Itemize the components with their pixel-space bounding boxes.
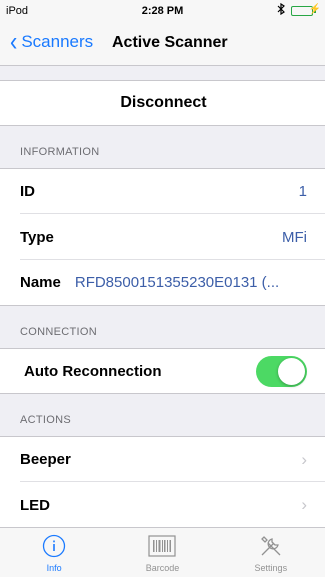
led-label: LED: [20, 496, 50, 514]
disconnect-button[interactable]: Disconnect: [0, 80, 325, 126]
chevron-right-icon: ›: [301, 449, 307, 469]
auto-reconnection-row: Auto Reconnection: [0, 348, 325, 394]
name-value: RFD8500151355230E0131 (...: [74, 274, 280, 291]
type-value: MFi: [282, 228, 307, 246]
chevron-left-icon: ‹: [10, 26, 18, 57]
name-label: Name: [20, 274, 61, 291]
info-row-type: Type MFi: [0, 214, 325, 260]
status-bar: iPod 2:28 PM ⚡: [0, 0, 325, 22]
tab-settings-label: Settings: [254, 563, 288, 573]
tab-info[interactable]: Info: [0, 528, 108, 577]
bluetooth-icon: [277, 2, 285, 18]
beeper-label: Beeper: [20, 451, 71, 468]
section-header-connection: CONNECTION: [0, 306, 325, 348]
auto-reconnection-label: Auto Reconnection: [24, 362, 162, 380]
info-row-id: ID 1: [0, 168, 325, 214]
charging-icon: ⚡: [308, 4, 321, 15]
tab-bar: Info Barcode Settings: [0, 527, 325, 577]
page-title: Active Scanner: [112, 34, 228, 51]
id-label: ID: [20, 183, 35, 200]
info-icon: [40, 532, 68, 560]
settings-table: Disconnect INFORMATION ID 1 Type MFi Nam…: [0, 66, 325, 528]
section-header-actions: ACTIONS: [0, 394, 325, 436]
tab-barcode-label: Barcode: [145, 563, 180, 573]
action-item-beeper[interactable]: Beeper ›: [0, 436, 325, 482]
back-button-label: Scanners: [21, 32, 94, 51]
info-row-name: Name RFD8500151355230E0131 (...: [0, 260, 325, 306]
chevron-right-icon: ›: [301, 495, 307, 514]
type-label: Type: [20, 228, 54, 246]
navigation-bar: ‹ Scanners Active Scanner: [0, 22, 325, 66]
barcode-icon: [148, 532, 177, 560]
tab-barcode[interactable]: Barcode: [108, 528, 216, 577]
auto-reconnection-toggle[interactable]: [256, 355, 307, 387]
back-button[interactable]: ‹ Scanners: [10, 26, 94, 57]
disconnect-label: Disconnect: [120, 94, 207, 111]
tab-info-label: Info: [46, 563, 62, 573]
tab-settings[interactable]: Settings: [217, 528, 325, 577]
id-value: 1: [298, 183, 307, 200]
action-item-led[interactable]: LED ›: [0, 482, 325, 528]
section-header-information: INFORMATION: [0, 126, 325, 168]
settings-icon: [257, 532, 285, 560]
